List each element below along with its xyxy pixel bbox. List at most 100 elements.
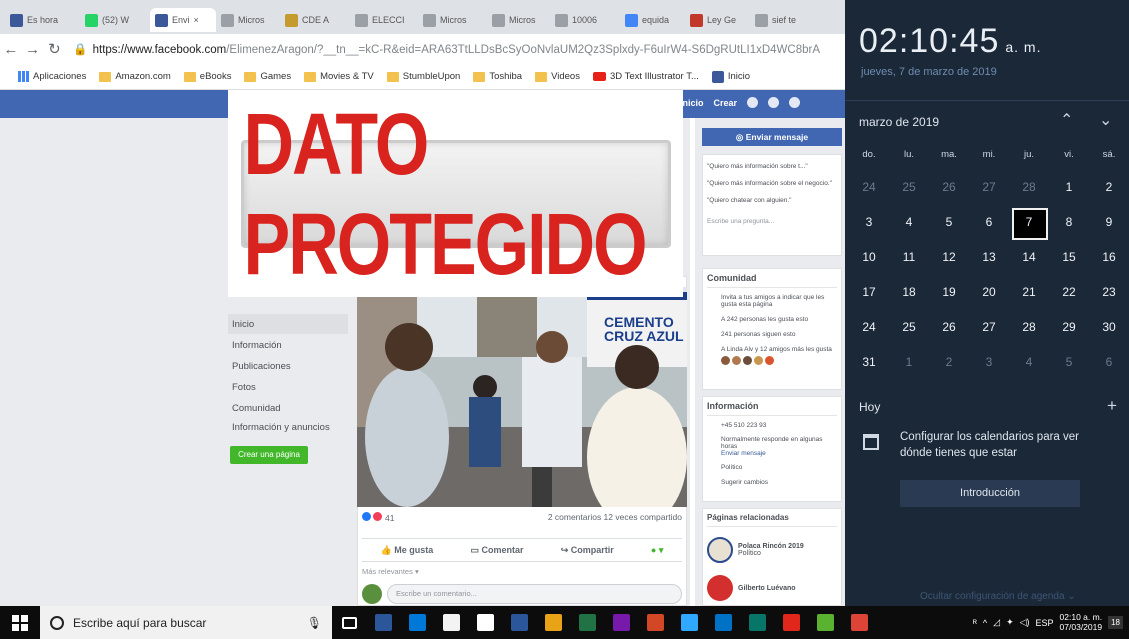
browser-tab[interactable]: ELECCI [350, 8, 412, 32]
nav-home-link[interactable]: Inicio [680, 98, 704, 108]
calendar-day[interactable]: 6 [969, 215, 1009, 229]
add-event-icon[interactable]: + [1107, 396, 1117, 416]
calendar-day[interactable]: 18 [889, 285, 929, 299]
taskbar-app-button[interactable] [774, 606, 808, 639]
introduction-button[interactable]: Introducción [900, 480, 1080, 507]
suggestion-item[interactable]: "Quiero más información sobre t..." [707, 163, 837, 170]
taskbar-app-button[interactable] [604, 606, 638, 639]
share-button[interactable]: ↪ Compartir [561, 545, 614, 556]
comment-input[interactable]: Escribe un comentario... [387, 584, 682, 604]
comment-sort[interactable]: Más relevantes ▾ [362, 567, 682, 576]
next-month-icon[interactable]: ⌄ [1099, 110, 1112, 130]
taskbar-app-button[interactable] [366, 606, 400, 639]
calendar-day[interactable]: 1 [1049, 180, 1089, 194]
post-photo[interactable]: CEMENTO CRUZ AZUL [357, 287, 687, 507]
taskbar-app-button[interactable] [502, 606, 536, 639]
calendar-day[interactable]: 4 [1009, 355, 1049, 369]
taskbar-app-button[interactable] [672, 606, 706, 639]
bookmark-item[interactable]: Aplicaciones [18, 71, 86, 82]
send-message-button[interactable]: ◎ Enviar mensaje [702, 128, 842, 146]
calendar-day[interactable]: 3 [969, 355, 1009, 369]
info-phone[interactable]: +45 510 223 93 [707, 422, 837, 429]
previous-month-icon[interactable]: ⌃ [1060, 110, 1073, 130]
calendar-day[interactable]: 10 [849, 250, 889, 264]
calendar-day[interactable]: 26 [929, 320, 969, 334]
related-page-item[interactable]: Polaca Rincón 2019 Político [707, 537, 837, 563]
info-send-message-link[interactable]: Enviar mensaje [707, 450, 837, 457]
calendar-day[interactable]: 3 [849, 215, 889, 229]
notifications-icon[interactable] [789, 97, 801, 108]
info-suggest-link[interactable]: Sugerir cambios [707, 479, 837, 486]
nav-create-link[interactable]: Crear [714, 98, 738, 108]
calendar-day[interactable]: 14 [1009, 250, 1049, 264]
start-button[interactable] [0, 606, 40, 639]
taskbar-app-button[interactable] [808, 606, 842, 639]
calendar-day[interactable]: 12 [929, 250, 969, 264]
reload-icon[interactable]: ↻ [44, 40, 66, 58]
calendar-day[interactable]: 22 [1049, 285, 1089, 299]
calendar-day[interactable]: 6 [1089, 355, 1129, 369]
like-button[interactable]: 👍 Me gusta [381, 545, 434, 556]
calendar-day[interactable]: 20 [969, 285, 1009, 299]
month-label[interactable]: marzo de 2019 [859, 115, 939, 129]
calendar-day[interactable]: 1 [889, 355, 929, 369]
browser-tab[interactable]: Micros [216, 8, 278, 32]
back-icon[interactable]: ← [0, 41, 22, 58]
friends-icon[interactable] [747, 97, 759, 108]
hide-agenda-link[interactable]: Ocultar configuración de agenda ⌄ [920, 591, 1076, 602]
browser-tab[interactable]: Envi × [150, 8, 216, 32]
network-icon[interactable]: ◿ [993, 617, 1000, 628]
suggestion-item[interactable]: "Quiero más información sobre el negocio… [707, 180, 837, 187]
calendar-day[interactable]: 28 [1009, 320, 1049, 334]
taskbar-app-button[interactable] [468, 606, 502, 639]
taskbar-app-button[interactable] [570, 606, 604, 639]
taskbar-app-button[interactable] [842, 606, 876, 639]
taskbar-app-button[interactable] [740, 606, 774, 639]
calendar-day[interactable]: 25 [889, 320, 929, 334]
calendar-day[interactable]: 21 [1009, 285, 1049, 299]
calendar-day[interactable]: 17 [849, 285, 889, 299]
url-field[interactable]: 🔒 https://www.facebook.com/ElimenezAragon… [73, 42, 845, 56]
taskbar-search-box[interactable]: Escribe aquí para buscar 🎙 [40, 606, 332, 639]
create-page-button[interactable]: Crear una página [230, 446, 308, 464]
close-tab-icon[interactable]: × [194, 15, 199, 25]
browser-tab[interactable]: Es hora [5, 8, 67, 32]
calendar-day[interactable]: 25 [889, 180, 929, 194]
action-center-icon[interactable]: 18 [1108, 616, 1123, 629]
audience-selector[interactable]: ● ▾ [651, 545, 663, 556]
side-menu-item-publicaciones[interactable]: Publicaciones [232, 361, 291, 372]
date-link[interactable]: jueves, 7 de marzo de 2019 [861, 66, 997, 78]
calendar-day[interactable]: 8 [1049, 215, 1089, 229]
calendar-day[interactable]: 5 [1049, 355, 1089, 369]
bookmark-item[interactable]: Videos [535, 71, 580, 82]
browser-tab[interactable]: equida [620, 8, 682, 32]
calendar-day[interactable]: 4 [889, 215, 929, 229]
browser-tab[interactable]: 10006 [550, 8, 612, 32]
bookmark-item[interactable]: Amazon.com [99, 71, 171, 82]
calendar-day[interactable]: 7 [1009, 215, 1049, 229]
taskbar-app-button[interactable] [434, 606, 468, 639]
tray-overflow-icon[interactable]: ^ [983, 618, 987, 628]
browser-tab[interactable]: (52) W [80, 8, 142, 32]
volume-icon[interactable]: ◁) [1020, 617, 1030, 628]
calendar-day[interactable]: 19 [929, 285, 969, 299]
calendar-day[interactable]: 30 [1089, 320, 1129, 334]
side-menu-item-anuncios[interactable]: Información y anuncios [232, 422, 330, 433]
calendar-day[interactable]: 27 [969, 180, 1009, 194]
comments-shares-count[interactable]: 2 comentarios 12 veces compartido [548, 512, 682, 526]
suggestion-item[interactable]: "Quiero chatear con alguien." [707, 197, 837, 204]
community-friends[interactable]: A Linda Alv y 12 amigos más les gusta [707, 346, 837, 353]
side-menu-item-informacion[interactable]: Información [232, 340, 282, 351]
browser-tab[interactable]: CDE A [280, 8, 342, 32]
browser-tab[interactable]: sief te [750, 8, 812, 32]
taskbar-app-button[interactable] [332, 606, 366, 639]
microphone-icon[interactable]: 🎙 [307, 616, 322, 630]
bookmark-item[interactable]: eBooks [183, 71, 231, 82]
messenger-icon[interactable] [768, 97, 780, 108]
bookmark-item[interactable]: 3D Text Illustrator T... [592, 71, 699, 82]
calendar-day[interactable]: 9 [1089, 215, 1129, 229]
related-page-item[interactable]: Gilberto Luévano [707, 575, 837, 601]
browser-tab[interactable]: Micros [487, 8, 549, 32]
calendar-day[interactable]: 15 [1049, 250, 1089, 264]
bookmark-item[interactable]: Toshiba [473, 71, 522, 82]
